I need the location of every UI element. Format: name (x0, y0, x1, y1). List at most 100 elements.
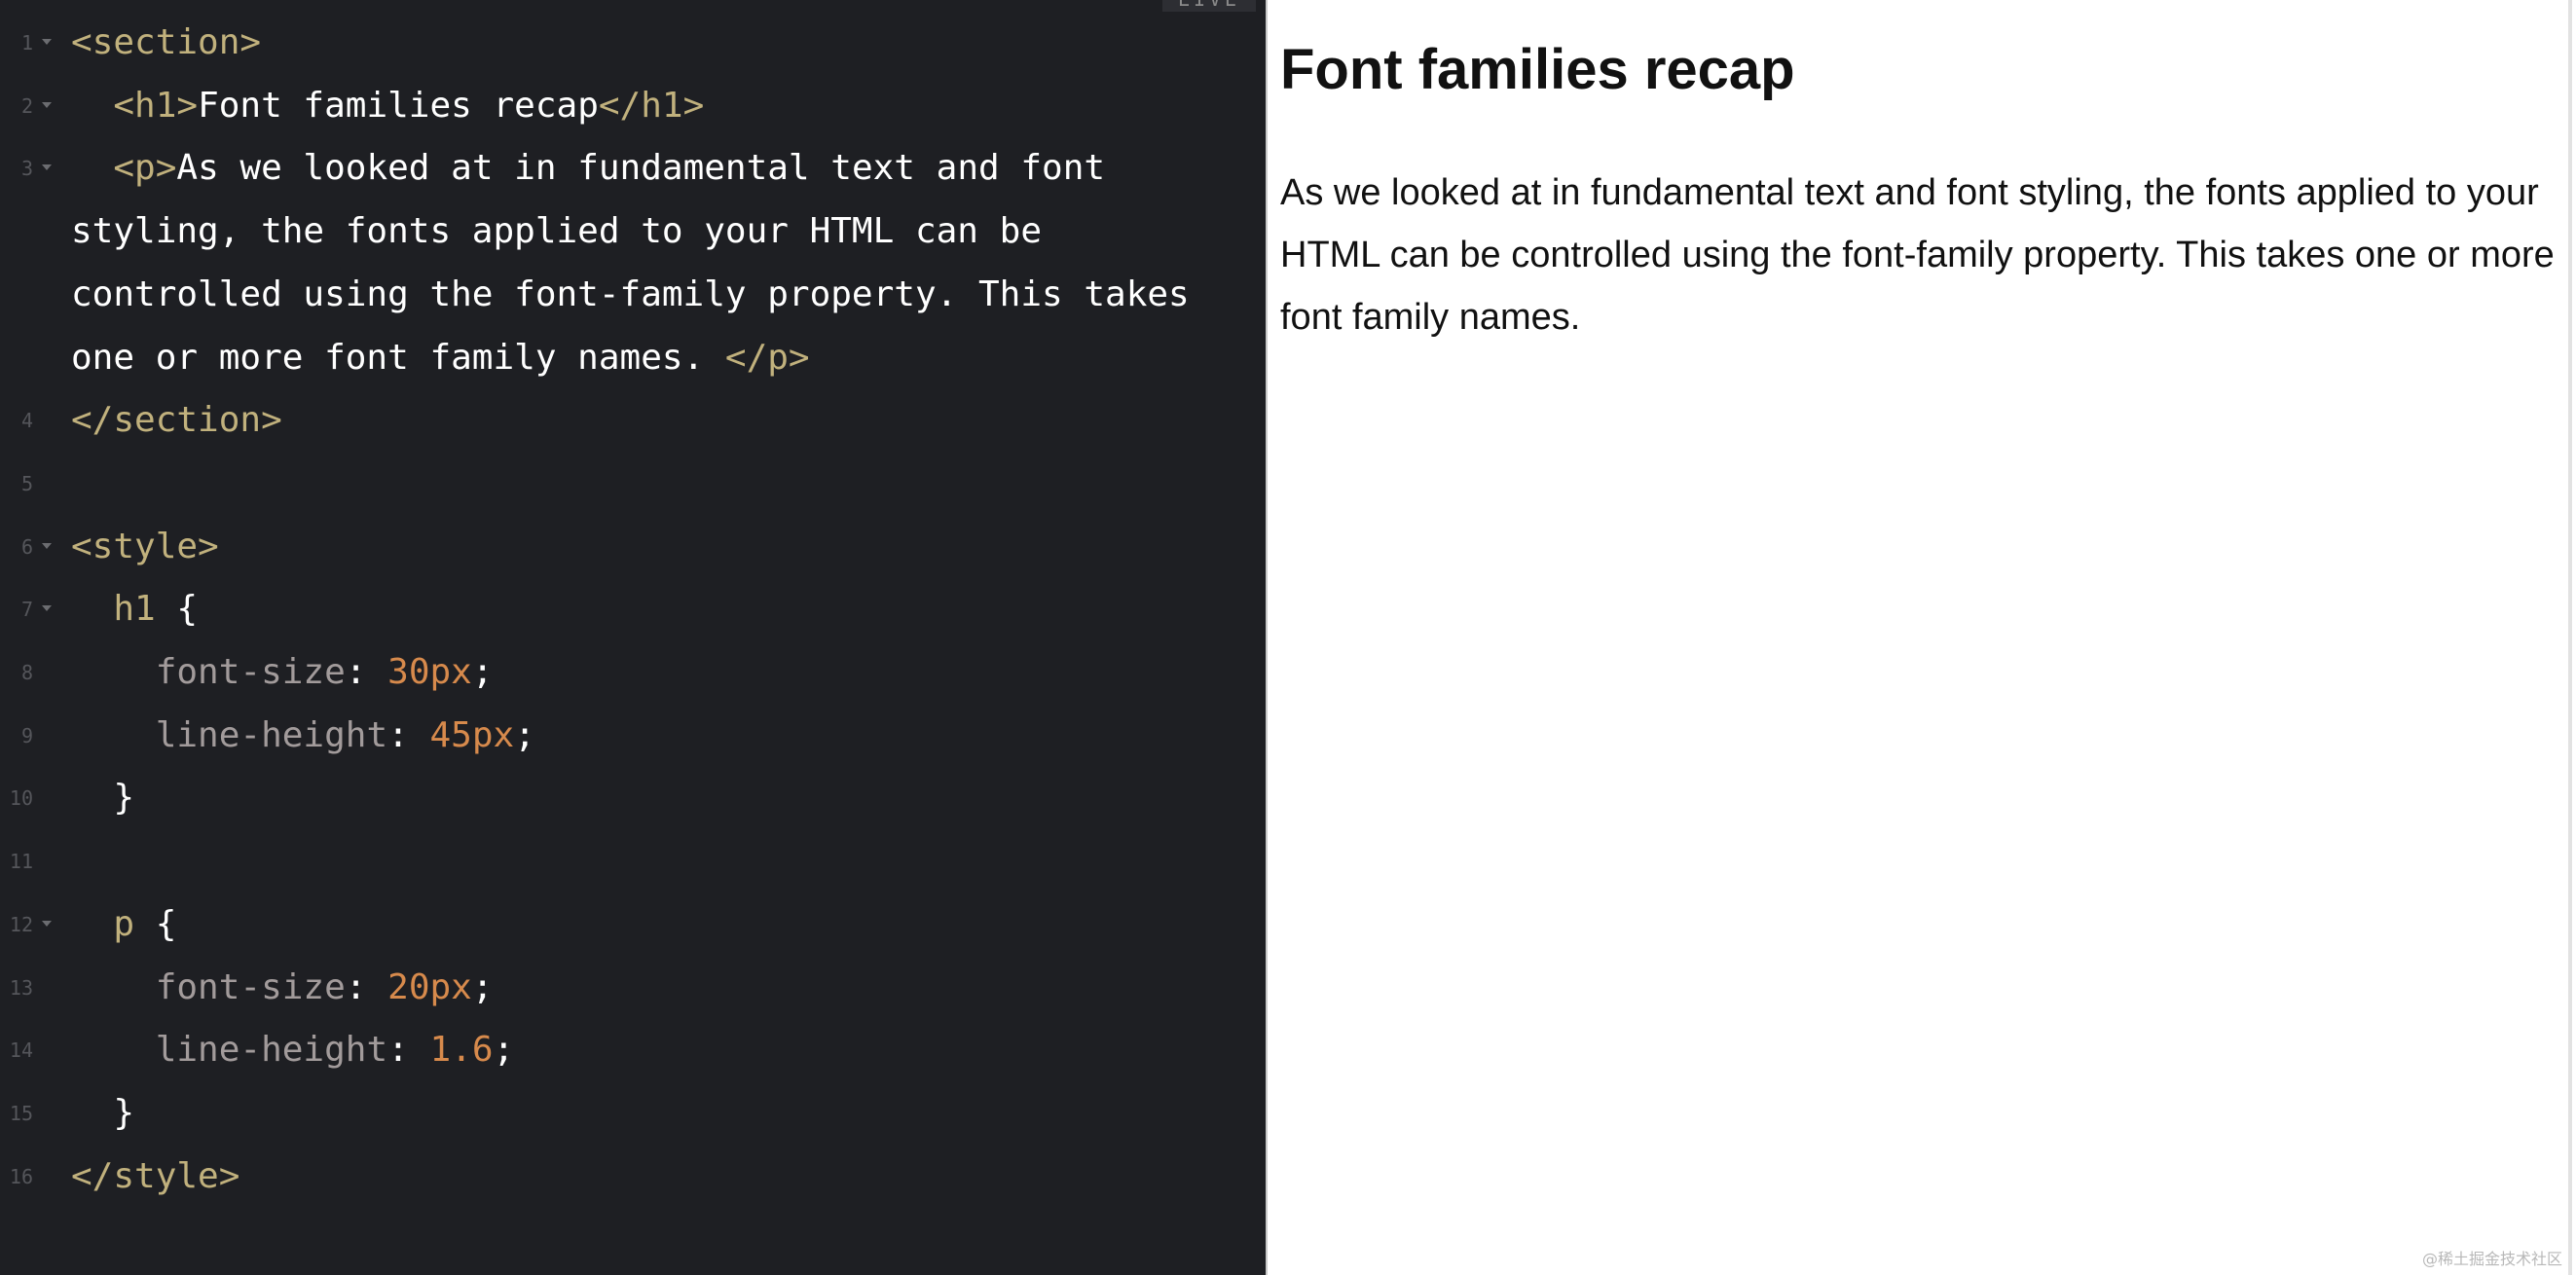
code-text[interactable]: one or more font family names. </p> (71, 327, 810, 390)
code-token: <section> (71, 22, 262, 62)
fold-toggle-icon[interactable] (42, 605, 52, 612)
line-number: 11 (9, 850, 33, 874)
code-token: 30px (387, 652, 472, 692)
code-token: <p> (113, 148, 177, 189)
app-window: LIVE 1<section>2 <h1>Font families recap… (0, 0, 2576, 1275)
line-gutter: 7 (0, 578, 37, 641)
line-gutter: 12 (0, 893, 37, 957)
code-text[interactable]: styling, the fonts applied to your HTML … (71, 200, 1042, 264)
line-gutter: 8 (0, 641, 37, 705)
line-number: 3 (20, 157, 33, 181)
code-token: h1 (113, 589, 156, 630)
line-gutter: 16 (0, 1146, 37, 1209)
line-number: 12 (9, 912, 33, 936)
code-token: ; (471, 652, 494, 692)
code-token: </h1> (598, 85, 705, 126)
live-tab[interactable]: LIVE (1162, 0, 1256, 12)
line-number: 16 (9, 1164, 33, 1188)
code-line[interactable]: 8 font-size: 30px; (0, 641, 1266, 705)
code-text[interactable]: <h1>Font families recap</h1> (71, 75, 704, 138)
line-gutter: 9 (0, 705, 37, 768)
code-text[interactable]: line-height: 45px; (71, 705, 535, 768)
code-text[interactable]: h1 { (71, 578, 198, 641)
line-gutter: 1 (0, 12, 37, 75)
code-token: As we looked at in fundamental text and … (176, 148, 1106, 189)
code-line[interactable]: 6 <style> (0, 516, 1266, 579)
code-text[interactable]: </style> (71, 1146, 239, 1209)
code-line[interactable]: 3 <p>As we looked at in fundamental text… (0, 137, 1266, 200)
code-line[interactable]: 12 p { (0, 893, 1266, 957)
line-gutter: 13 (0, 957, 37, 1020)
code-text[interactable]: controlled using the font-family propert… (71, 264, 1190, 327)
code-line[interactable]: 14 line-height: 1.6; (0, 1019, 1266, 1082)
line-number: 14 (9, 1038, 33, 1063)
code-line[interactable]: 11 (0, 830, 1266, 893)
code-text[interactable]: <section> (71, 12, 261, 75)
line-gutter: 2 (0, 75, 37, 138)
line-gutter: 14 (0, 1019, 37, 1082)
code-text[interactable]: </section> (71, 389, 282, 453)
code-token: line-height (155, 1030, 388, 1071)
code-line[interactable]: 13 font-size: 20px; (0, 957, 1266, 1020)
code-line[interactable]: 2 <h1>Font families recap</h1> (0, 75, 1266, 138)
line-number: 8 (20, 661, 33, 684)
code-token: 45px (429, 714, 515, 755)
line-number: 9 (20, 723, 33, 747)
fold-toggle-icon[interactable] (42, 542, 52, 549)
line-number: 1 (20, 31, 33, 55)
fold-toggle-icon[interactable] (42, 920, 52, 927)
fold-toggle-icon[interactable] (42, 164, 52, 171)
line-gutter: 10 (0, 767, 37, 830)
code-editor[interactable]: LIVE 1 <section> 2 <h1>Font families recap… (0, 0, 1266, 1275)
code-text[interactable]: } (71, 767, 134, 830)
line-number: 6 (20, 534, 33, 559)
code-token: 1.6 (429, 1030, 494, 1071)
code-line[interactable]: 7 h1 { (0, 578, 1266, 641)
preview-scrollbar-track[interactable] (2568, 0, 2572, 1275)
code-token: ; (493, 1030, 515, 1071)
code-line[interactable]: styling, the fonts applied to your HTML … (0, 200, 1266, 264)
code-line[interactable]: 15 } (0, 1082, 1266, 1146)
code-token: line-height (155, 714, 388, 755)
code-token: ; (471, 966, 494, 1007)
code-token: { (155, 589, 199, 630)
code-line[interactable]: 1 <section> (0, 12, 1266, 75)
code-token: : (345, 966, 388, 1007)
line-number: 4 (20, 409, 33, 433)
fold-toggle-icon[interactable] (42, 39, 52, 45)
code-text[interactable]: <style> (71, 516, 219, 579)
line-number: 2 (20, 93, 33, 118)
line-number: 15 (9, 1101, 33, 1125)
code-line[interactable]: controlled using the font-family propert… (0, 264, 1266, 327)
code-token: font-size (155, 652, 346, 692)
code-line[interactable]: 16 </style> (0, 1146, 1266, 1209)
code-text[interactable]: font-size: 30px; (71, 641, 494, 705)
line-gutter: 11 (0, 830, 37, 893)
line-gutter: 6 (0, 516, 37, 579)
code-line[interactable]: 10 } (0, 767, 1266, 830)
code-text[interactable]: font-size: 20px; (71, 957, 494, 1020)
fold-toggle-icon[interactable] (42, 101, 52, 108)
line-gutter: 5 (0, 453, 37, 516)
code-line[interactable]: 5 (0, 453, 1266, 516)
code-token: ; (514, 714, 535, 755)
line-number: 13 (9, 975, 33, 1000)
watermark: @稀土掘金技术社区 (2421, 1250, 2562, 1268)
code-line[interactable]: 9 line-height: 45px; (0, 705, 1266, 768)
code-line[interactable]: one or more font family names. </p> (0, 327, 1266, 390)
code-line[interactable]: 4 </section> (0, 389, 1266, 453)
code-text[interactable]: p { (71, 893, 176, 957)
code-text[interactable]: <p>As we looked at in fundamental text a… (71, 137, 1105, 200)
code-text[interactable]: } (71, 1082, 134, 1146)
code-token: 20px (387, 966, 472, 1007)
live-preview-pane: Font families recap As we looked at in f… (1268, 0, 2572, 1275)
code-text[interactable]: line-height: 1.6; (71, 1019, 515, 1082)
code-token: <h1> (113, 85, 199, 126)
code-token: p (113, 903, 135, 944)
